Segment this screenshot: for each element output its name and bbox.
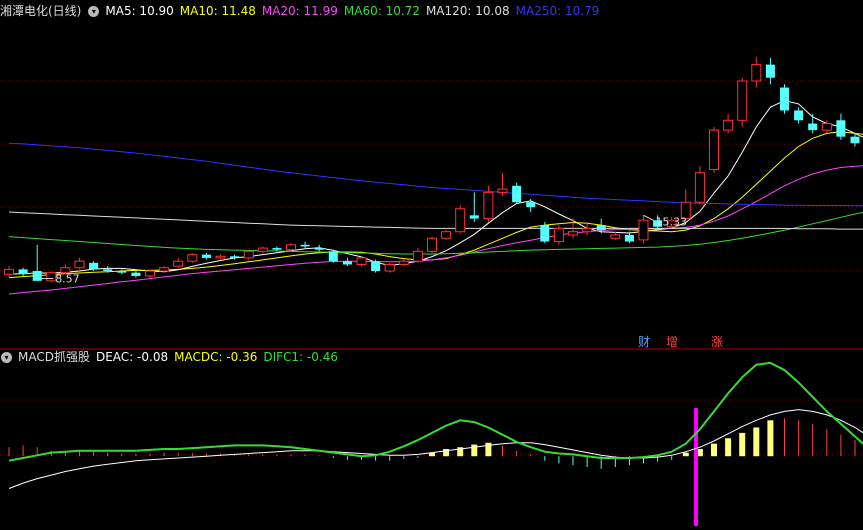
candle-body-up	[553, 227, 564, 243]
candle-body-down	[624, 234, 634, 242]
macd-title: MACD抓强股	[18, 350, 90, 364]
candle-body-up	[215, 255, 226, 259]
macd-bar-yellow	[753, 427, 760, 457]
macd-bar-yellow	[725, 438, 732, 457]
candle-body-down	[469, 215, 479, 219]
candle-body-down	[328, 251, 338, 262]
candle-body-up	[4, 268, 14, 275]
candle-body-up	[159, 267, 170, 272]
macd-legend: DEAC: -0.08 MACDC: -0.36 DIFC1: -0.46	[96, 350, 344, 364]
candle-body-down	[89, 262, 99, 270]
candle-body-up	[356, 257, 367, 265]
candle-body-up	[243, 250, 254, 259]
candle-body-down	[314, 248, 324, 250]
candle-body-down	[103, 269, 113, 272]
macd-signal-spike	[694, 408, 698, 526]
dropdown-icon[interactable]: ▾	[88, 6, 100, 17]
candle-body-down	[230, 256, 240, 258]
macd-header: ▾ MACD抓强股 DEAC: -0.08 MACDC: -0.36 DIFC1: -0…	[0, 348, 344, 366]
ma-legend: MA5: 10.90 MA10: 11.48 MA20: 11.99 MA60: 10…	[105, 4, 605, 18]
candle-body-up	[286, 244, 296, 251]
candle-body-down	[780, 87, 789, 111]
stock-chart: 15.33 8.57 财 增 涨	[0, 0, 863, 530]
event-marker: 增	[666, 335, 678, 349]
macd-legend-item: MACDC: -0.36	[174, 350, 258, 364]
candle-body-down	[850, 136, 860, 144]
macd-bar-yellow	[711, 443, 717, 457]
candle-body-up	[694, 172, 705, 203]
candle-body-up	[568, 231, 578, 236]
candle-body-down	[794, 110, 804, 121]
candle-body-down	[371, 261, 381, 272]
candle-body-up	[737, 80, 748, 121]
ma-legend-item: MA5: 10.90	[105, 4, 174, 18]
candle-body-up	[638, 219, 649, 241]
candle-body-up	[412, 250, 423, 262]
candle-body-down	[808, 123, 818, 131]
ma-legend-item: MA10: 11.48	[179, 4, 256, 18]
event-marker: 涨	[711, 334, 723, 349]
candle-body-up	[74, 260, 85, 269]
stock-title: 湘潭电化(日线)	[0, 4, 82, 18]
candle-body-up	[751, 64, 762, 82]
candle-body-up	[187, 254, 198, 262]
main-header: 湘潭电化(日线) ▾ MA5: 10.90 MA10: 11.48 MA20: 11.9…	[0, 2, 605, 20]
macd-bar-yellow	[767, 420, 774, 457]
candle-body-up	[483, 191, 494, 220]
high-label: 15.33	[656, 215, 688, 228]
event-marker: 财	[638, 335, 650, 349]
candle-body-down	[117, 271, 127, 273]
candle-body-down	[596, 225, 606, 231]
macd-bar-yellow	[682, 452, 689, 457]
macd-bar-yellow	[739, 432, 746, 457]
candle-body-up	[398, 260, 409, 265]
candle-body-down	[765, 64, 775, 78]
macd-legend-item: DEAC: -0.08	[95, 350, 169, 364]
candle-body-up	[145, 270, 155, 277]
candle-body-down	[272, 248, 282, 250]
candle-body-up	[427, 237, 437, 252]
candle-body-down	[32, 271, 42, 281]
candle-body-up	[610, 234, 621, 239]
candle-body-down	[300, 244, 310, 247]
candle-body-up	[723, 119, 734, 131]
candle-body-down	[342, 261, 352, 265]
dropdown-icon[interactable]: ▾	[1, 352, 12, 363]
candle-body-up	[257, 247, 268, 252]
macd-bar-yellow	[471, 444, 478, 457]
candle-body-down	[201, 254, 211, 258]
candle-body-up	[455, 208, 466, 233]
candle-body-down	[18, 269, 28, 275]
candle-body-down	[512, 185, 522, 203]
candle-body-down	[131, 272, 141, 276]
ma-legend-item: MA250: 10.79	[515, 4, 600, 18]
ma-legend-item: MA60: 10.72	[343, 4, 420, 18]
candle-body-up	[821, 123, 832, 131]
candle-body-up	[384, 263, 395, 272]
candle-body-up	[582, 227, 593, 233]
candle-body-up	[441, 231, 452, 239]
candle-body-down	[836, 120, 846, 137]
candle-body-up	[173, 260, 184, 267]
candle-body-up	[709, 129, 719, 170]
ma-legend-item: MA20: 11.99	[261, 4, 338, 18]
candle-body-up	[497, 188, 508, 193]
low-label: 8.57	[55, 273, 79, 286]
candle-body-down	[526, 202, 536, 208]
macd-legend-item: DIFC1: -0.46	[263, 350, 338, 364]
ma-legend-item: MA120: 10.08	[425, 4, 510, 18]
candle-body-down	[540, 225, 550, 242]
